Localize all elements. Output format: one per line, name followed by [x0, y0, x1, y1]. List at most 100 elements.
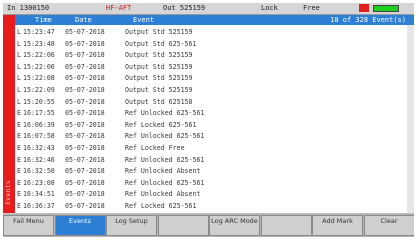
event-description: Ref Unlocked 625-561	[125, 178, 205, 187]
table-row[interactable]: E 16:36:37 05-07-2018 Ref Locked 625-561	[15, 201, 414, 213]
function-key-1[interactable]: Fail Menu	[3, 215, 54, 236]
event-type: L	[17, 97, 21, 106]
event-type: L	[17, 28, 21, 36]
function-key-6[interactable]	[260, 215, 312, 236]
event-type: E	[17, 143, 21, 152]
event-type: L	[17, 74, 21, 83]
event-description: Ref Unlocked 625-561	[125, 155, 205, 164]
event-description: Ref Locked Free	[125, 143, 185, 152]
event-description: Output Std 525159	[125, 51, 193, 60]
event-time: 15:23:48	[23, 39, 55, 48]
table-row[interactable]: E 16:32:46 05-07-2018 Ref Unlocked 625-561	[15, 155, 414, 167]
function-key-bar: Fail Menu Events Log Setup Log ARC Mode Add …	[3, 214, 414, 237]
event-time: 16:07:58	[23, 132, 55, 141]
mode-status: Free	[303, 4, 320, 12]
event-description: Output Std 525159	[125, 28, 193, 36]
event-time: 16:36:37	[23, 201, 55, 210]
event-time: 15:22:09	[23, 85, 55, 94]
table-row[interactable]: L 15:23:47 05-07-2018 Output Std 525159	[15, 27, 414, 39]
alarm-lamp-icon	[359, 4, 369, 12]
event-type: E	[17, 201, 21, 210]
event-type: E	[17, 178, 21, 187]
event-time: 15:20:55	[23, 97, 55, 106]
table-row[interactable]: E 16:34:51 05-07-2018 Ref Unlocked Absent	[15, 189, 414, 201]
event-time: 16:23:08	[23, 178, 55, 187]
event-date: 05-07-2018	[65, 97, 105, 106]
status-bar: In 1300150 HF-AFT Out 525159 Lock Free	[3, 3, 414, 15]
event-description: Ref Unlocked 625-561	[125, 132, 205, 141]
event-rows: L 15:23:47 05-07-2018 Output Std 525159 L 15:…	[15, 27, 414, 225]
event-description: Output Std 525159	[125, 74, 193, 83]
event-time: 16:17:55	[23, 109, 55, 118]
table-scrollbar[interactable]	[407, 25, 414, 213]
table-row[interactable]: L 15:22:09 05-07-2018 Output Std 525159	[15, 85, 414, 97]
event-time: 16:32:50	[23, 167, 55, 176]
event-date: 05-07-2018	[65, 28, 105, 36]
event-date: 05-07-2018	[65, 120, 105, 129]
event-time: 16:32:43	[23, 143, 55, 152]
table-row[interactable]: L 15:23:48 05-07-2018 Output Std 625-561	[15, 39, 414, 51]
events-sidebar: Events	[3, 15, 15, 213]
event-date: 05-07-2018	[65, 201, 105, 210]
function-key-2[interactable]: Events	[54, 215, 106, 236]
reference-status: In 1300150	[7, 4, 50, 12]
header-time: Time	[35, 16, 52, 24]
function-key-5[interactable]: Log ARC Mode	[209, 215, 260, 236]
table-row[interactable]: L 15:22:06 05-07-2018 Output Std 525159	[15, 50, 414, 62]
function-key-7[interactable]: Add Mark	[312, 215, 363, 236]
event-date: 05-07-2018	[65, 109, 105, 118]
event-date: 05-07-2018	[65, 39, 105, 48]
event-date: 05-07-2018	[65, 85, 105, 94]
event-date: 05-07-2018	[65, 143, 105, 152]
battery-icon	[373, 5, 399, 12]
event-date: 05-07-2018	[65, 51, 105, 60]
event-date: 05-07-2018	[65, 190, 105, 199]
table-header: Time Date Event 18 of 328 Event(s)	[15, 15, 414, 25]
header-date: Date	[75, 16, 92, 24]
event-type: L	[17, 85, 21, 94]
lock-status: Lock	[261, 4, 278, 12]
event-time: 15:22:06	[23, 51, 55, 60]
table-row[interactable]: L 15:22:06 05-07-2018 Output Std 525159	[15, 62, 414, 74]
event-time: 15:22:08	[23, 74, 55, 83]
event-type: E	[17, 190, 21, 199]
event-description: Ref Locked 625-561	[125, 120, 197, 129]
function-key-8[interactable]: Clear	[363, 215, 414, 236]
event-type: E	[17, 155, 21, 164]
header-event: Event	[133, 16, 155, 24]
event-type: L	[17, 51, 21, 60]
event-type: E	[17, 109, 21, 118]
event-time: 15:22:06	[23, 62, 55, 71]
event-type: L	[17, 62, 21, 71]
table-row[interactable]: L 15:20:55 05-07-2018 Output Std 625158	[15, 97, 414, 109]
function-key-3[interactable]: Log Setup	[106, 215, 157, 236]
event-time: 16:34:51	[23, 190, 55, 199]
table-row[interactable]: E 16:23:08 05-07-2018 Ref Unlocked 625-561	[15, 178, 414, 190]
table-row[interactable]: E 16:32:43 05-07-2018 Ref Locked Free	[15, 143, 414, 155]
event-description: Output Std 525159	[125, 62, 193, 71]
event-time: 16:06:39	[23, 120, 55, 129]
event-date: 05-07-2018	[65, 167, 105, 176]
event-description: Ref Unlocked Absent	[125, 167, 201, 176]
event-log-table: Time Date Event 18 of 328 Event(s) L 15:2…	[15, 15, 414, 225]
table-row[interactable]: E 16:07:58 05-07-2018 Ref Unlocked 625-561	[15, 131, 414, 143]
event-type: L	[17, 39, 21, 48]
table-row[interactable]: L 15:22:08 05-07-2018 Output Std 525159	[15, 73, 414, 85]
event-description: Ref Locked 625-561	[125, 201, 197, 210]
event-date: 05-07-2018	[65, 74, 105, 83]
event-description: Output Std 625-561	[125, 39, 197, 48]
table-row[interactable]: E 16:17:55 05-07-2018 Ref Unlocked 625-561	[15, 108, 414, 120]
event-date: 05-07-2018	[65, 132, 105, 141]
function-key-4[interactable]	[157, 215, 209, 236]
event-time: 15:23:47	[23, 28, 55, 36]
event-date: 05-07-2018	[65, 155, 105, 164]
event-description: Ref Unlocked Absent	[125, 190, 201, 199]
event-date: 05-07-2018	[65, 62, 105, 71]
event-description: Output Std 625158	[125, 97, 193, 106]
table-row[interactable]: E 16:32:50 05-07-2018 Ref Unlocked Absent	[15, 166, 414, 178]
event-time: 16:32:46	[23, 155, 55, 164]
event-type: E	[17, 167, 21, 176]
table-row[interactable]: E 16:06:39 05-07-2018 Ref Locked 625-561	[15, 120, 414, 132]
output-status: Out 525159	[163, 4, 206, 12]
alarm-status: HF-AFT	[106, 4, 132, 12]
